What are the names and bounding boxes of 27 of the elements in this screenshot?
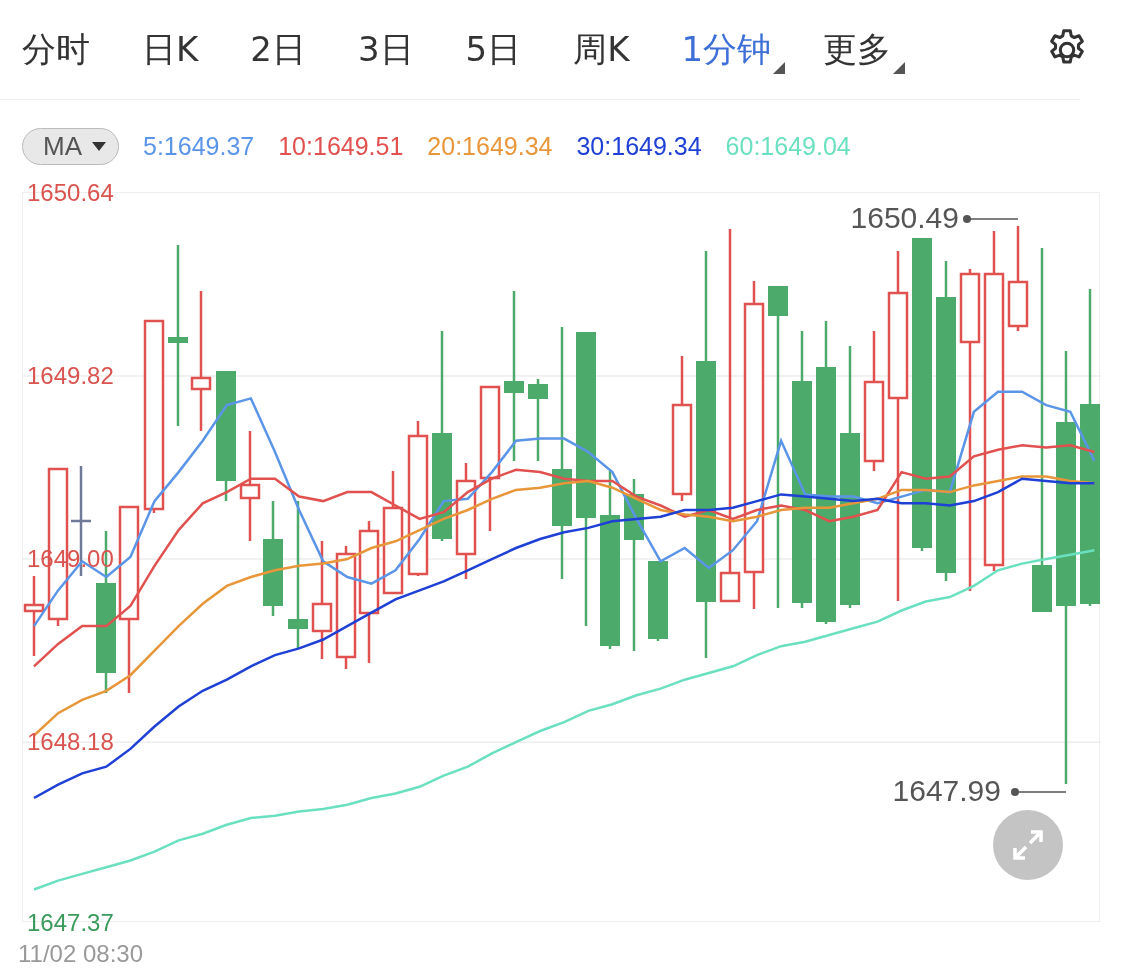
leader-line [963,215,1019,223]
leader-line [1011,788,1067,796]
moving-average-value: 10:1649.51 [278,131,404,161]
moving-average-value: 20:1649.34 [427,131,553,161]
axis-label: 1648.18 [26,728,115,757]
caret-icon [773,61,786,74]
caret-icon [92,141,106,151]
tab[interactable]: 5日 [465,19,536,80]
axis-label: 1649.82 [26,362,115,391]
price-label: 1650.49 [850,201,959,235]
price-label: 1647.99 [892,774,1001,808]
tab[interactable]: 日K [142,19,213,80]
moving-average-value: 5:1649.37 [143,131,255,161]
tab[interactable]: 3日 [357,19,428,80]
tab[interactable]: 2日 [250,19,320,80]
tab[interactable]: 1分钟 [681,19,786,80]
tab[interactable]: 周K [573,19,644,80]
caret-icon [893,61,906,74]
tab[interactable]: 更多 [823,19,906,80]
axis-label: 1647.37 [26,909,115,937]
indicator-dropdown[interactable]: MA [22,127,119,165]
tab[interactable]: 分时 [22,19,104,80]
axis-label: 1650.64 [26,179,115,207]
time-label: 11/02 08:30 [18,940,144,968]
moving-average-value: 60:1649.04 [725,131,851,161]
expand-icon [1011,828,1045,862]
moving-average-value: 30:1649.34 [576,131,702,161]
